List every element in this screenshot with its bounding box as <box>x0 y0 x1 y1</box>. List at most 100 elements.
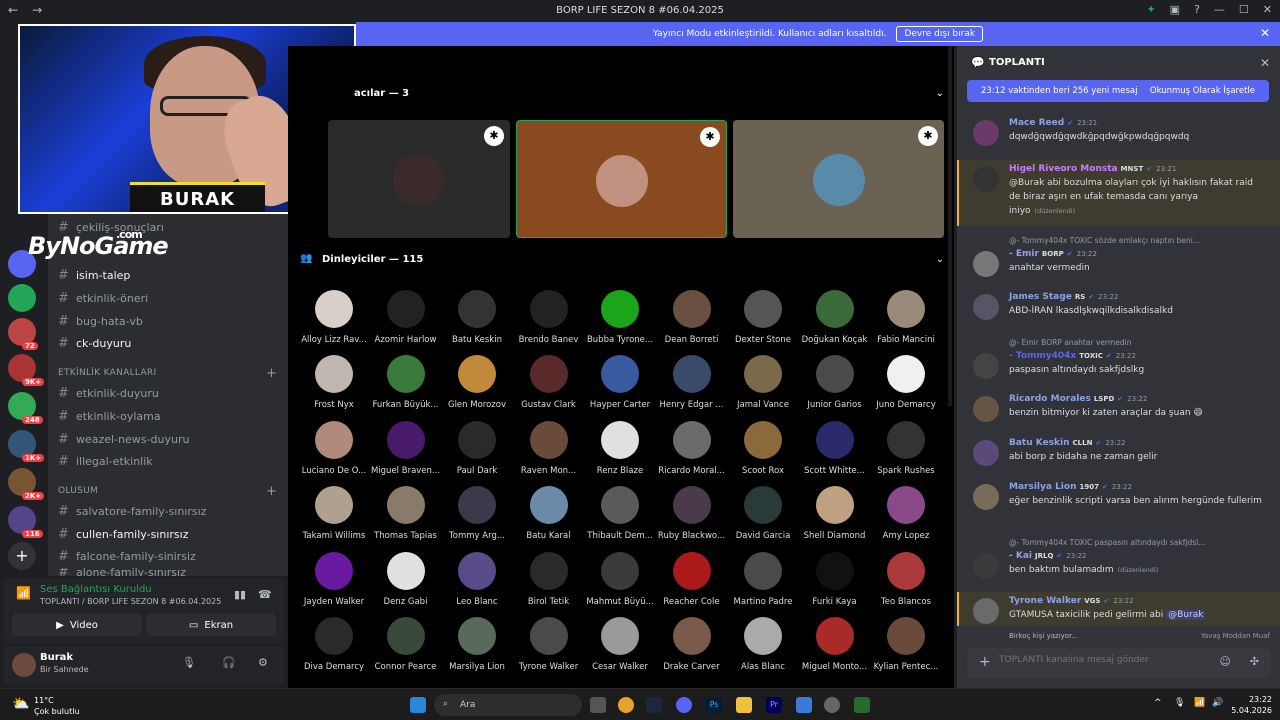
reply-preview[interactable]: @- Emir BORP anahtar vermedin <box>1009 338 1131 347</box>
message-author[interactable]: James Stage <box>1009 292 1072 302</box>
listener-item[interactable]: Reacher Cole <box>652 551 732 607</box>
channel-item[interactable]: # etkinlik-öneri <box>58 291 148 306</box>
chevron-down-icon[interactable]: ⌄ <box>936 254 944 265</box>
message-author[interactable]: Tyrone Walker <box>1009 596 1081 606</box>
listener-item[interactable]: Paul Dark <box>437 420 517 476</box>
listener-item[interactable]: Cesar Walker <box>580 617 660 672</box>
message-author[interactable]: Marsilya Lion <box>1009 482 1076 492</box>
listener-item[interactable]: Hayper Carter <box>580 355 660 410</box>
channel-item[interactable]: # falcone-family-sinirsiz <box>58 549 196 564</box>
listener-item[interactable]: Miguel Monto... <box>795 617 875 672</box>
disconnect-icon[interactable]: ☎ <box>258 588 272 601</box>
listener-item[interactable]: Amy Lopez <box>866 486 946 541</box>
listener-item[interactable]: Henry Edgar ... <box>652 355 732 410</box>
channel-item[interactable]: # salvatore-family-sınırsız <box>58 504 206 519</box>
tray-chevron-icon[interactable]: ^ <box>1154 698 1162 708</box>
premiere-icon[interactable]: Pr <box>766 697 782 713</box>
help-icon[interactable]: ? <box>1194 3 1200 16</box>
listener-item[interactable]: Denz Gabi <box>366 551 446 607</box>
weather-widget[interactable]: 11°C Çok bulutlu <box>34 695 80 717</box>
channel-item[interactable]: # illegal-etkinlik <box>58 454 153 469</box>
add-channel-icon[interactable]: + <box>266 484 277 499</box>
category-header[interactable]: ETKİNLİK KANALLARI + <box>58 366 277 381</box>
mark-read-button[interactable]: Okunmuş Olarak İşaretle <box>1150 86 1255 96</box>
listener-item[interactable]: Batu Karal <box>509 486 589 541</box>
channel-item[interactable]: # weazel-news-duyuru <box>58 432 189 447</box>
listener-item[interactable]: Jayden Walker <box>294 551 374 607</box>
wifi-icon[interactable]: 📶 <box>1194 698 1205 708</box>
app-icon[interactable] <box>796 697 812 713</box>
listener-item[interactable]: Bubba Tyrone... <box>580 290 660 345</box>
emoji-icon[interactable]: ☺ <box>1220 655 1231 668</box>
listener-item[interactable]: Drake Carver <box>652 617 732 672</box>
channel-item[interactable]: # alone-family-sınırsız <box>58 568 186 576</box>
listener-item[interactable]: Doğukan Koçak <box>795 290 875 345</box>
close-chat-icon[interactable]: ✕ <box>1260 56 1270 70</box>
message-author[interactable]: Ricardo Morales <box>1009 394 1091 404</box>
avatar[interactable] <box>973 440 999 466</box>
message-author[interactable]: - Kai <box>1009 551 1032 561</box>
avatar[interactable] <box>973 598 999 624</box>
apps-icon[interactable]: ✣ <box>1250 655 1259 668</box>
volume-icon[interactable]: 🔊 <box>1212 698 1223 708</box>
listener-item[interactable]: Marsilya Lion <box>437 617 517 672</box>
listener-item[interactable]: Diva Demarcy <box>294 617 374 672</box>
channel-item[interactable]: # cullen-family-sınırsız <box>58 527 188 542</box>
channel-item[interactable]: # etkinlik-duyuru <box>58 386 159 401</box>
avatar[interactable] <box>973 484 999 510</box>
listener-item[interactable]: Scoot Rox <box>723 420 803 476</box>
listener-item[interactable]: Connor Pearce <box>366 617 446 672</box>
listener-item[interactable]: Gustav Clark <box>509 355 589 410</box>
close-window-icon[interactable]: ✕ <box>1263 3 1272 16</box>
message-author[interactable]: - Tommy404x <box>1009 351 1076 361</box>
listener-item[interactable]: Spark Rushes <box>866 420 946 476</box>
scrollbar[interactable] <box>948 46 952 406</box>
listener-item[interactable]: Batu Keskin <box>437 290 517 345</box>
listener-item[interactable]: Teo Blancos <box>866 551 946 607</box>
inbox-icon[interactable]: ▣ <box>1170 3 1180 16</box>
listener-item[interactable]: Dexter Stone <box>723 290 803 345</box>
taskbar-search[interactable]: Ara <box>434 694 582 716</box>
listener-item[interactable]: Leo Blanc <box>437 551 517 607</box>
listener-item[interactable]: Brendo Banev <box>509 290 589 345</box>
listener-item[interactable]: Glen Morozov <box>437 355 517 410</box>
attach-icon[interactable]: + <box>979 654 991 670</box>
clock[interactable]: 23:22 5.04.2026 <box>1231 694 1272 716</box>
avatar[interactable] <box>12 653 36 677</box>
listener-item[interactable]: Furki Kaya <box>795 551 875 607</box>
listener-item[interactable]: Junior Garios <box>795 355 875 410</box>
windows-start-icon[interactable] <box>410 697 426 713</box>
mic-icon[interactable]: 🎙 <box>182 656 196 669</box>
app-icon[interactable] <box>854 697 870 713</box>
maximize-icon[interactable]: ☐ <box>1239 3 1249 16</box>
listener-item[interactable]: Scott Whitte... <box>795 420 875 476</box>
mic-tray-icon[interactable]: 🎙 <box>1174 698 1185 708</box>
listener-item[interactable]: Mahmut Büyü... <box>580 551 660 607</box>
file-explorer-icon[interactable] <box>736 697 752 713</box>
category-header[interactable]: OLUSUM + <box>58 484 277 499</box>
listener-item[interactable]: Thibault Dem... <box>580 486 660 541</box>
new-messages-bar[interactable]: 23:12 vaktinden beri 256 yeni mesaj Okunm… <box>967 80 1269 102</box>
channel-item[interactable]: # etkinlik-oylama <box>58 409 161 424</box>
message-author[interactable]: - Emir <box>1009 249 1039 259</box>
listener-item[interactable]: Dean Borreti <box>652 290 732 345</box>
listener-item[interactable]: Alloy Lizz Rav... <box>294 290 374 345</box>
listener-item[interactable]: Juno Demarcy <box>866 355 946 410</box>
listener-item[interactable]: Takami Willims <box>294 486 374 541</box>
settings-gear-icon[interactable]: ⚙ <box>258 656 268 669</box>
task-view-icon[interactable] <box>590 697 606 713</box>
screen-share-button[interactable]: ▭ Ekran <box>146 614 276 636</box>
message-author[interactable]: Batu Keskin <box>1009 438 1070 448</box>
listener-item[interactable]: Miguel Braven... <box>366 420 446 476</box>
channel-item[interactable]: # isim-talep <box>58 268 130 283</box>
listener-item[interactable]: Ricardo Moral... <box>652 420 732 476</box>
speaker-tile-active[interactable]: ✱ <box>516 120 727 238</box>
listener-item[interactable]: Birol Tetik <box>509 551 589 607</box>
speaker-tile[interactable]: ✱ <box>328 120 510 238</box>
server-icon[interactable] <box>8 284 36 312</box>
avatar[interactable] <box>973 294 999 320</box>
nitro-icon[interactable]: ✦ <box>1146 3 1155 16</box>
reply-preview[interactable]: @- Tommy404x TOXIC sözde emlakçı naptın … <box>1009 236 1200 245</box>
listener-item[interactable]: Jamal Vance <box>723 355 803 410</box>
message-author[interactable]: Mace Reed <box>1009 118 1064 128</box>
